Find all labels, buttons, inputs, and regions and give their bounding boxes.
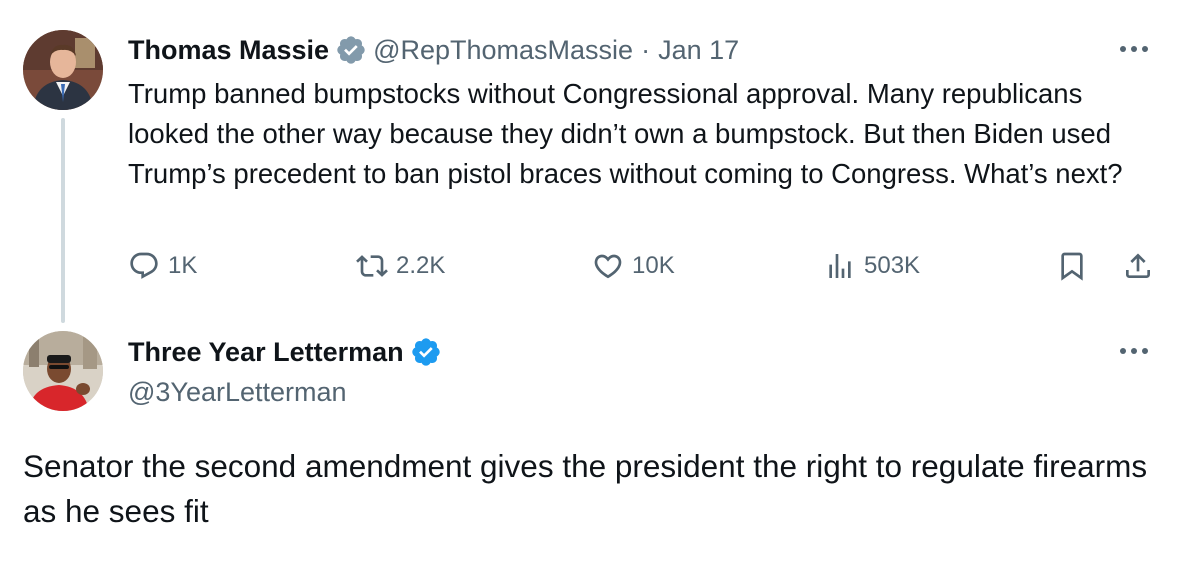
tweet-2-header: Three Year Letterman <box>128 332 448 372</box>
more-options-icon[interactable] <box>1116 341 1152 361</box>
repost-icon <box>356 255 388 277</box>
author-name[interactable]: Three Year Letterman <box>128 337 404 368</box>
reply-button[interactable]: 1K <box>128 246 197 286</box>
like-count: 10K <box>632 252 675 279</box>
more-options-icon[interactable] <box>1116 39 1152 59</box>
analytics-icon <box>829 254 851 278</box>
verified-blue-icon[interactable] <box>410 336 442 368</box>
share-icon <box>1126 253 1150 278</box>
tweet-1-action-bar: 1K 2.2K 10K 503K <box>128 246 1158 286</box>
reply-icon <box>130 252 158 279</box>
repost-button[interactable]: 2.2K <box>356 246 445 286</box>
tweet-2-text: Senator the second amendment gives the p… <box>23 448 1148 529</box>
avatar-three-year-letterman[interactable] <box>23 331 103 411</box>
views-button[interactable]: 503K <box>824 246 920 286</box>
tweet-1-text: Trump banned bumpstocks without Congress… <box>128 78 1123 189</box>
tweet-1-header: Thomas Massie @RepThomasMassie · Jan 17 <box>128 30 739 70</box>
tweet-date[interactable]: Jan 17 <box>658 35 739 66</box>
bookmark-button[interactable] <box>1056 246 1088 286</box>
tweet-thread: Thomas Massie @RepThomasMassie · Jan 17 … <box>0 0 1184 574</box>
avatar-image <box>23 331 103 411</box>
author-handle[interactable]: @3YearLetterman <box>128 372 347 412</box>
reply-count: 1K <box>168 252 198 279</box>
heart-icon <box>594 254 622 279</box>
avatar-thomas-massie[interactable] <box>23 30 103 110</box>
thread-connector-line <box>61 118 65 323</box>
author-name[interactable]: Thomas Massie <box>128 35 329 66</box>
views-count: 503K <box>864 252 921 279</box>
bookmark-icon <box>1061 252 1083 281</box>
like-button[interactable]: 10K <box>592 246 675 286</box>
separator-dot: · <box>641 34 651 65</box>
avatar-image <box>23 30 103 110</box>
verified-gray-icon[interactable] <box>335 34 367 66</box>
repost-count: 2.2K <box>396 252 446 279</box>
author-handle[interactable]: @RepThomasMassie <box>373 35 633 66</box>
share-button[interactable] <box>1122 246 1154 286</box>
